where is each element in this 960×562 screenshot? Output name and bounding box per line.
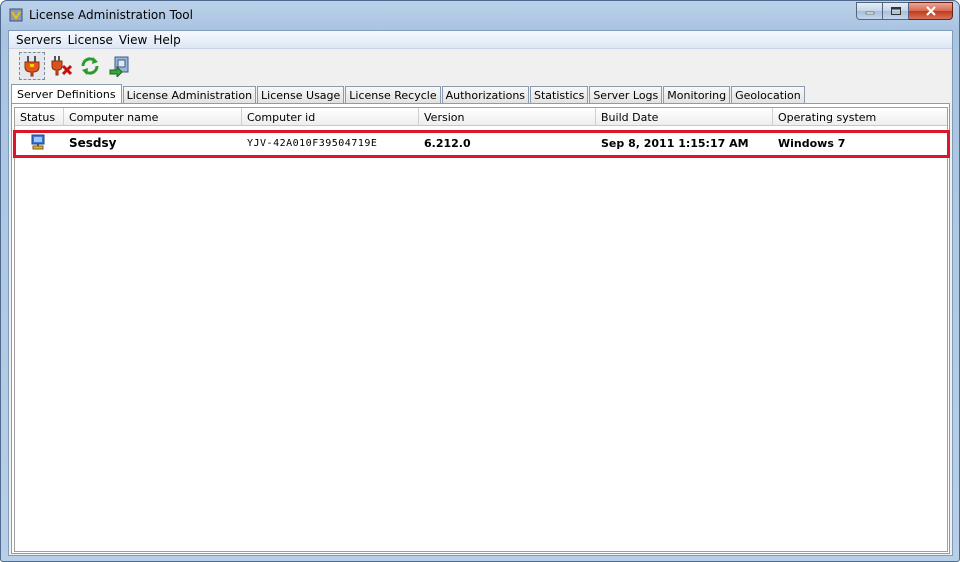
disconnect-button[interactable] xyxy=(48,52,74,80)
column-header-computer-name[interactable]: Computer name xyxy=(64,108,242,126)
server-computer-icon xyxy=(31,134,45,149)
column-header-version[interactable]: Version xyxy=(419,108,596,126)
version-cell: 6.212.0 xyxy=(424,136,471,150)
computer-name-cell: Sesdsy xyxy=(69,136,117,150)
app-window: License Administration Tool Servers Lice… xyxy=(0,0,960,562)
export-button[interactable] xyxy=(106,52,132,80)
tab-license-usage[interactable]: License Usage xyxy=(257,86,345,103)
computer-id-cell: YJV-42A010F39504719E xyxy=(247,137,378,149)
refresh-button[interactable] xyxy=(77,52,103,80)
tab-monitoring[interactable]: Monitoring xyxy=(663,86,731,103)
client-area: Servers License View Help Server Definit… xyxy=(8,30,953,556)
title-bar[interactable]: License Administration Tool xyxy=(1,1,959,29)
minimize-button[interactable] xyxy=(856,2,883,20)
server-definitions-panel: Status Computer name Computer id Version… xyxy=(11,103,950,554)
tab-statistics[interactable]: Statistics xyxy=(530,86,589,103)
tab-strip: Server Definitions License Administratio… xyxy=(11,84,806,103)
minimize-icon xyxy=(865,11,874,15)
server-table: Status Computer name Computer id Version… xyxy=(13,107,950,552)
maximize-button[interactable] xyxy=(883,2,909,20)
app-icon xyxy=(9,8,23,22)
column-header-operating-system[interactable]: Operating system xyxy=(773,108,947,126)
menu-servers[interactable]: Servers xyxy=(13,33,65,47)
table-row[interactable]: Sesdsy YJV-42A010F39504719E 6.212.0 Sep … xyxy=(15,130,947,156)
toolbar xyxy=(9,50,952,82)
menu-view[interactable]: View xyxy=(116,33,150,47)
build-date-cell: Sep 8, 2011 1:15:17 AM xyxy=(601,136,749,150)
export-server-icon xyxy=(109,56,129,77)
close-button[interactable] xyxy=(909,2,953,20)
status-cell xyxy=(15,134,64,153)
disconnect-plug-icon xyxy=(51,56,72,76)
close-icon xyxy=(925,6,936,16)
tab-geolocation[interactable]: Geolocation xyxy=(731,86,805,103)
tab-authorizations[interactable]: Authorizations xyxy=(441,86,530,103)
operating-system-cell: Windows 7 xyxy=(778,136,846,150)
tab-server-logs[interactable]: Server Logs xyxy=(589,86,663,103)
tab-server-definitions[interactable]: Server Definitions xyxy=(11,84,122,103)
connect-button[interactable] xyxy=(19,52,45,80)
menu-license[interactable]: License xyxy=(65,33,116,47)
menu-help[interactable]: Help xyxy=(150,33,183,47)
connect-plug-icon xyxy=(24,56,40,77)
maximize-icon xyxy=(890,7,901,15)
tab-license-recycle[interactable]: License Recycle xyxy=(345,86,441,103)
tab-license-administration[interactable]: License Administration xyxy=(122,86,257,103)
column-header-computer-id[interactable]: Computer id xyxy=(242,108,419,126)
window-title: License Administration Tool xyxy=(29,8,193,22)
table-header: Status Computer name Computer id Version… xyxy=(15,108,947,126)
window-caption-buttons xyxy=(856,2,953,20)
menu-bar: Servers License View Help xyxy=(9,31,952,49)
column-header-status[interactable]: Status xyxy=(15,108,64,126)
column-header-build-date[interactable]: Build Date xyxy=(596,108,773,126)
refresh-icon xyxy=(81,57,99,75)
